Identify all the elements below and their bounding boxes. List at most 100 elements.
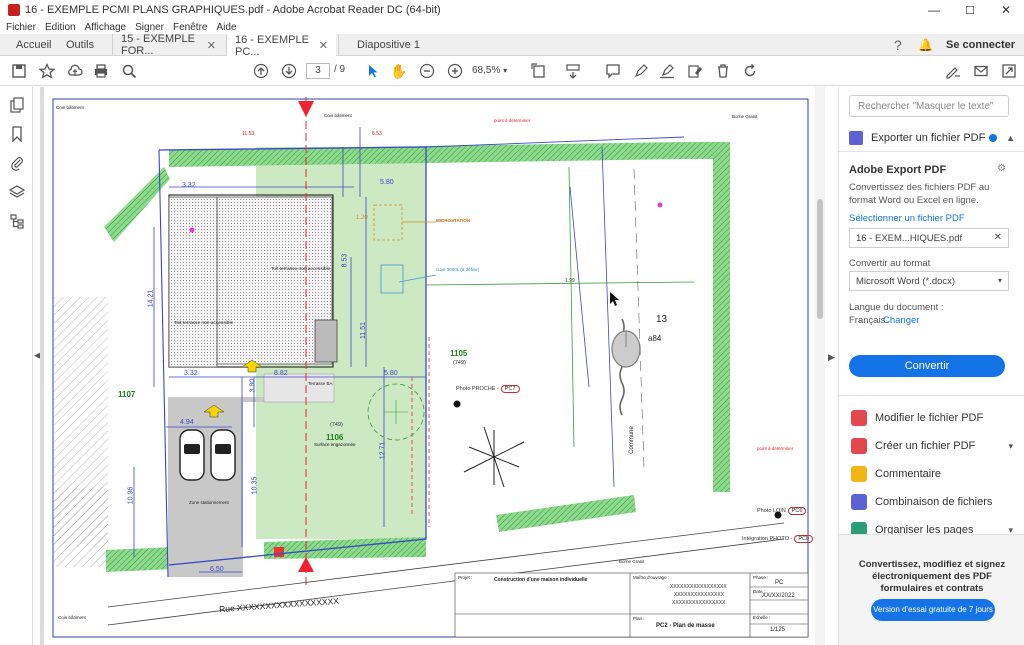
dim-label: 10.96 [127,486,135,505]
convert-format-select[interactable]: Microsoft Word (*.docx) ▾ [849,271,1009,291]
remove-file-icon[interactable]: ✕ [994,232,1002,243]
tool-comment-label: Commentaire [875,468,942,480]
plan-label-terrasse-ba: Terrasse BA [308,381,333,386]
tool-edit-pdf-label: Modifier le fichier PDF [875,412,984,424]
share-icon[interactable] [1000,62,1018,80]
vertical-scrollbar[interactable] [815,87,825,645]
tool-combine-files[interactable]: Combinaison de fichiers [851,494,992,510]
print-icon[interactable] [92,62,110,80]
menu-aide[interactable]: Aide [216,22,236,33]
dim-label: 6.53 [372,131,382,137]
tab-doc-16[interactable]: 16 - EXEMPLE PC... ✕ [226,34,336,58]
page-thumbnails-icon[interactable] [9,97,25,113]
tab-outils[interactable]: Outils [58,34,102,56]
dim-label: 12.71 [379,441,387,460]
export-pdf-header[interactable]: Exporter un fichier PDF ▲ [849,129,1015,147]
export-settings-icon[interactable]: ⚙ [997,163,1006,174]
acrobat-app-icon [8,4,20,16]
free-trial-button[interactable]: Version d'essai gratuite de 7 jours [871,599,995,621]
plan-label-coin-batiment-2: Coin bâtiment [324,113,352,118]
menu-edition[interactable]: Edition [45,22,76,33]
chevron-down-icon: ▾ [997,276,1002,285]
scroll-mode-icon[interactable] [564,62,582,80]
maximize-button[interactable]: ☐ [952,0,988,20]
car-icon [179,429,205,481]
tab-doc-15[interactable]: 15 - EXEMPLE FOR... ✕ [112,33,224,57]
plan-label-surface-engazonnee: Surface engazonnée [314,442,356,447]
highlight-icon[interactable] [658,62,676,80]
rotate-icon[interactable] [741,62,759,80]
plan-label-toit-terrasse-2: Toit terrasse non accessible [174,321,234,326]
hand-tool-icon[interactable]: ✋ [390,62,408,80]
tools-search-input[interactable]: Rechercher "Masquer le texte" [849,95,1009,117]
tb-phase-value: PC [775,580,784,586]
photo-loin-marker[interactable]: Photo LOIN PC6 [757,507,807,515]
plan-label-microstation: MICROSTATION [436,218,471,223]
parcel-1107: 1107 [118,390,136,399]
chevron-up-icon[interactable]: ▲ [1006,133,1015,143]
menu-signer[interactable]: Signer [135,22,164,33]
menu-affichage[interactable]: Affichage [85,22,127,33]
selected-file-field[interactable]: 16 - EXEM...HIQUES.pdf ✕ [849,228,1009,248]
convert-button[interactable]: Convertir [849,355,1005,377]
integration-photo-marker[interactable]: Intégration PHOTO - PC8 [742,535,814,543]
chevron-down-icon: ▾ [1008,440,1013,451]
dim-label: 3.32 [184,370,198,377]
menu-fichier[interactable]: Fichier [6,22,36,33]
photo-proche-marker[interactable]: Photo PROCHE - PC7 [456,385,520,393]
document-view: Coin bâtiment Coin bâtiment Coin bâtimen… [40,87,825,645]
fit-page-icon[interactable] [530,62,548,80]
export-description: Convertissez des fichiers PDF au format … [849,182,990,206]
attachment-icon[interactable] [9,155,25,171]
site-plan-drawing [52,97,809,638]
star-icon[interactable] [38,62,56,80]
close-window-button[interactable]: ✕ [988,0,1024,20]
fill-sign-icon[interactable] [944,62,962,80]
bookmark-icon[interactable] [9,126,25,143]
tab-accueil[interactable]: Accueil [8,34,59,56]
tab-diapositive-label: Diapositive 1 [357,39,420,51]
minimize-button[interactable]: — [916,0,952,20]
zoom-out-icon[interactable] [418,62,436,80]
signin-button[interactable]: Se connecter [938,34,1023,56]
pen-icon[interactable] [632,62,650,80]
right-tools-pane: Rechercher "Masquer le texte" Exporter u… [838,87,1024,645]
photo-proche-label: Photo PROCHE - [456,386,499,392]
help-icon[interactable]: ? [886,34,910,56]
edit-sign-icon[interactable] [686,62,704,80]
menu-bar: Fichier Edition Affichage Signer Fenêtre… [0,20,1024,34]
close-tab-icon[interactable]: ✕ [319,39,328,52]
page-down-icon[interactable] [280,62,298,80]
delete-icon[interactable] [714,62,732,80]
menu-fenetre[interactable]: Fenêtre [173,22,207,33]
select-pdf-link[interactable]: Sélectionner un fichier PDF [849,212,965,225]
bell-icon[interactable]: 🔔 [910,34,941,56]
structure-icon[interactable] [9,213,25,229]
cursor-select-icon[interactable] [364,62,382,80]
change-language-link[interactable]: Changer [883,314,919,327]
email-icon[interactable] [972,62,990,80]
save-icon[interactable] [10,62,28,80]
tb-plan-value: PC2 - Plan de masse [656,623,715,629]
layers-icon[interactable] [8,184,26,200]
pdf-page: Coin bâtiment Coin bâtiment Coin bâtimen… [44,87,815,645]
scrollbar-thumb[interactable] [817,199,823,319]
upload-icon[interactable] [66,62,84,80]
parcel-a84: a84 [648,334,662,343]
mouse-cursor-overlay [611,318,641,416]
zoom-in-icon[interactable] [446,62,464,80]
tool-edit-pdf[interactable]: Modifier le fichier PDF [851,410,983,426]
close-tab-icon[interactable]: ✕ [207,39,216,52]
page-number-input[interactable]: 3 [306,63,330,79]
convert-format-label: Convertir au format [849,258,931,269]
collapse-right-pane-icon[interactable]: ▶ [828,352,835,363]
zoom-level-select[interactable]: 68,5% ▾ [472,63,518,79]
tool-create-pdf[interactable]: Créer un fichier PDF ▾ [851,438,1013,454]
search-icon[interactable] [120,62,138,80]
tool-comment[interactable]: Commentaire [851,466,941,482]
comment-icon[interactable] [604,62,622,80]
page-up-icon[interactable] [252,62,270,80]
parcel-1106: 1106 [326,433,344,442]
tab-diapositive[interactable]: Diapositive 1 [338,34,438,56]
plan-label-point-a-determiner-2: point à déterminer [757,446,794,451]
